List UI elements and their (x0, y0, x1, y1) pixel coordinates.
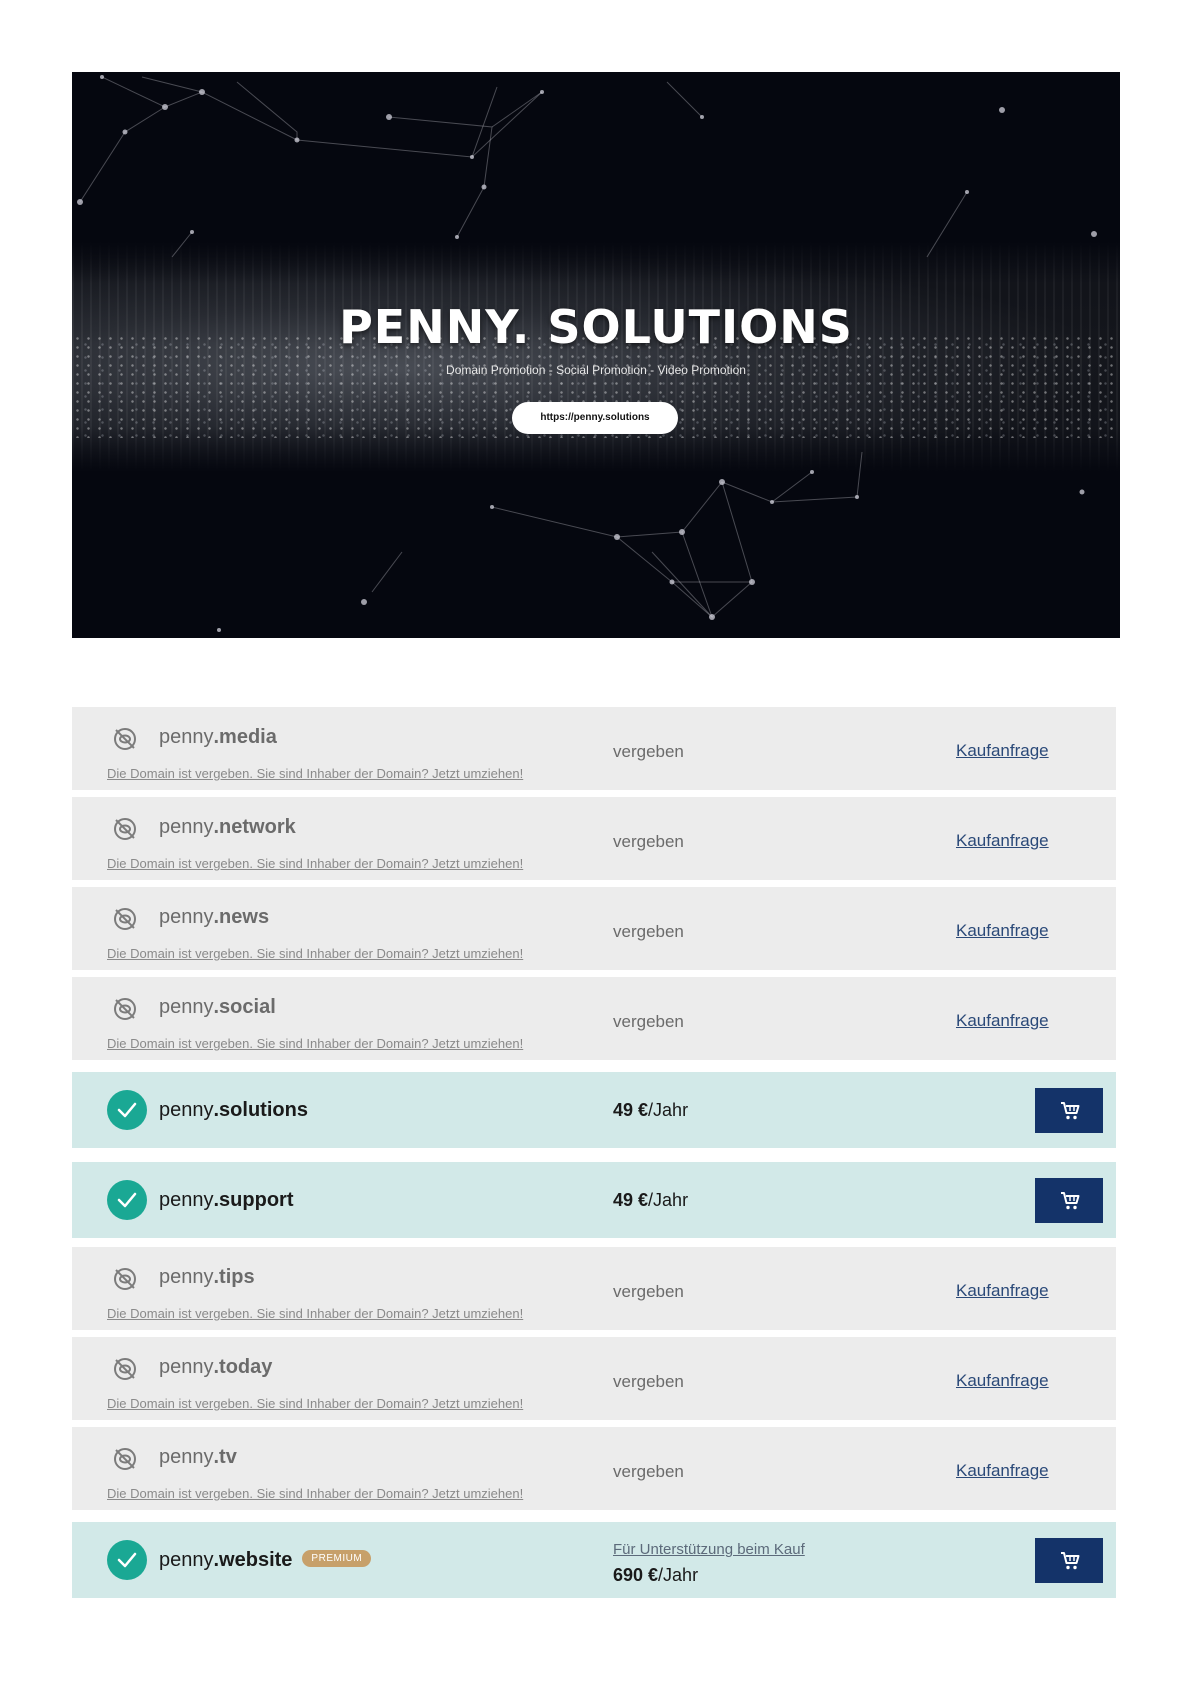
domain-row: penny.tv Die Domain ist vergeben. Sie si… (72, 1427, 1116, 1510)
kaufanfrage-link[interactable]: Kaufanfrage (956, 831, 1049, 851)
domain-status: vergeben (613, 742, 684, 761)
eye-off-icon (112, 726, 138, 752)
kaufanfrage-link[interactable]: Kaufanfrage (956, 741, 1049, 761)
domain-status: vergeben (613, 922, 684, 941)
check-icon (107, 1090, 147, 1130)
add-to-cart-button[interactable] (1035, 1538, 1103, 1583)
kaufanfrage-link[interactable]: Kaufanfrage (956, 1281, 1049, 1301)
domain-row: penny.solutions 49 €/Jahr (72, 1072, 1116, 1148)
domain-row: penny.network Die Domain ist vergeben. S… (72, 797, 1116, 880)
check-icon (107, 1540, 147, 1580)
domain-name: penny.tv (159, 1446, 237, 1468)
purchase-support-link[interactable]: Für Unterstützung beim Kauf (613, 1541, 805, 1558)
domain-status: vergeben (613, 1012, 684, 1031)
transfer-notice-link[interactable]: Die Domain ist vergeben. Sie sind Inhabe… (107, 766, 523, 781)
eye-off-icon (112, 996, 138, 1022)
domain-status: vergeben (613, 832, 684, 851)
domain-row: penny.today Die Domain ist vergeben. Sie… (72, 1337, 1116, 1420)
domain-name: penny.website PREMIUM (159, 1549, 372, 1572)
cart-icon (1061, 1192, 1080, 1210)
kaufanfrage-link[interactable]: Kaufanfrage (956, 921, 1049, 941)
domain-name: penny.media (159, 726, 277, 748)
add-to-cart-button[interactable] (1035, 1088, 1103, 1133)
domain-name: penny.solutions (159, 1099, 308, 1121)
transfer-notice-link[interactable]: Die Domain ist vergeben. Sie sind Inhabe… (107, 1396, 523, 1411)
domain-price: 49 €/Jahr (613, 1100, 689, 1120)
domain-name: penny.network (159, 816, 296, 838)
transfer-notice-link[interactable]: Die Domain ist vergeben. Sie sind Inhabe… (107, 1306, 523, 1321)
transfer-notice-link[interactable]: Die Domain ist vergeben. Sie sind Inhabe… (107, 946, 523, 961)
domain-name: penny.support (159, 1189, 294, 1211)
network-graph-decoration (77, 75, 1097, 632)
kaufanfrage-link[interactable]: Kaufanfrage (956, 1011, 1049, 1031)
domain-status: vergeben (613, 1372, 684, 1391)
eye-off-icon (112, 816, 138, 842)
domain-price: 49 €/Jahr (613, 1190, 689, 1210)
cart-icon (1061, 1102, 1080, 1120)
transfer-notice-link[interactable]: Die Domain ist vergeben. Sie sind Inhabe… (107, 856, 523, 871)
domain-name: penny.tips (159, 1266, 255, 1288)
domain-row: penny.news Die Domain ist vergeben. Sie … (72, 887, 1116, 970)
eye-off-icon (112, 1446, 138, 1472)
kaufanfrage-link[interactable]: Kaufanfrage (956, 1461, 1049, 1481)
domain-name: penny.today (159, 1356, 273, 1378)
eye-off-icon (112, 1266, 138, 1292)
domain-row: penny.website PREMIUM Für Unterstützung b… (72, 1522, 1116, 1598)
domain-name: penny.social (159, 996, 276, 1018)
domain-row: penny.support 49 €/Jahr (72, 1162, 1116, 1238)
domain-status: vergeben (613, 1282, 684, 1301)
domain-row: penny.social Die Domain ist vergeben. Si… (72, 977, 1116, 1060)
transfer-notice-link[interactable]: Die Domain ist vergeben. Sie sind Inhabe… (107, 1036, 523, 1051)
domain-name: penny.news (159, 906, 270, 928)
check-icon (107, 1180, 147, 1220)
domain-price: 690 €/Jahr (613, 1565, 699, 1585)
transfer-notice-link[interactable]: Die Domain ist vergeben. Sie sind Inhabe… (107, 1486, 523, 1501)
cart-icon (1061, 1552, 1080, 1570)
hero-url-button[interactable]: https://penny.solutions (512, 402, 678, 434)
eye-off-icon (112, 1356, 138, 1382)
domain-row: penny.media Die Domain ist vergeben. Sie… (72, 707, 1116, 790)
kaufanfrage-link[interactable]: Kaufanfrage (956, 1371, 1049, 1391)
domain-row: penny.tips Die Domain ist vergeben. Sie … (72, 1247, 1116, 1330)
eye-off-icon (112, 906, 138, 932)
hero-banner: PENNY. SOLUTIONS Domain Promotion - Soci… (72, 72, 1120, 638)
premium-badge: PREMIUM (302, 1550, 372, 1568)
add-to-cart-button[interactable] (1035, 1178, 1103, 1223)
domain-status: vergeben (613, 1462, 684, 1481)
hero-subtitle: Domain Promotion - Social Promotion - Vi… (446, 363, 746, 377)
hero-title: PENNY. SOLUTIONS (339, 300, 853, 354)
